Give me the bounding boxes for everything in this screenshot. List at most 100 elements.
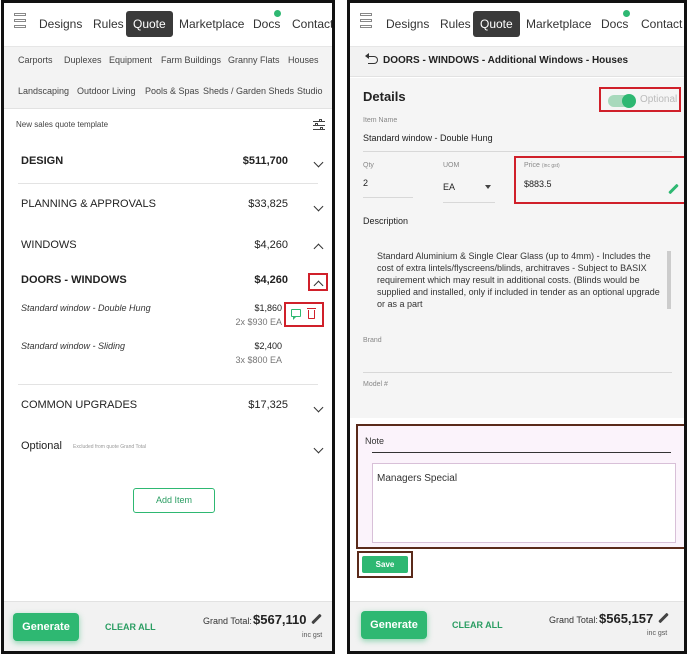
nav-designs[interactable]: Designs: [39, 11, 82, 37]
grand-total-label: Grand Total:: [549, 615, 598, 625]
nav-designs[interactable]: Designs: [386, 11, 429, 37]
menu-icon[interactable]: [360, 13, 372, 33]
divider: [18, 384, 318, 385]
details-form: Details Optional Item Name Standard wind…: [350, 78, 684, 418]
section-optional-label[interactable]: Optional: [21, 440, 62, 452]
item-sliding-name[interactable]: Standard window - Sliding: [21, 341, 125, 351]
footer: Generate CLEAR ALL Grand Total: $567,110…: [4, 601, 332, 651]
comment-icon[interactable]: [291, 309, 301, 320]
grand-total-value: $565,157: [599, 611, 654, 626]
uom-label: UOM: [443, 162, 460, 169]
inc-gst-label: inc gst: [302, 632, 323, 639]
item-sliding-sub: 3x $800 EA: [235, 355, 282, 365]
category-granny-flats[interactable]: Granny Flats: [228, 55, 280, 65]
nav-rules[interactable]: Rules: [93, 11, 124, 37]
description-label: Description: [363, 216, 409, 226]
section-common-upgrades-value: $17,325: [248, 399, 288, 411]
chevron-down-icon[interactable]: [313, 157, 324, 168]
nav-marketplace[interactable]: Marketplace: [179, 11, 244, 37]
description-field[interactable]: Standard Aluminium & Single Clear Glass …: [377, 250, 667, 312]
divider: [443, 202, 495, 203]
item-detail-title: DOORS - WINDOWS - Additional Windows - H…: [383, 55, 629, 66]
scrollbar[interactable]: [667, 251, 671, 309]
category-houses[interactable]: Houses: [288, 55, 319, 65]
chevron-down-icon[interactable]: [313, 443, 324, 454]
model-label: Model #: [363, 381, 388, 388]
brand-label: Brand: [363, 337, 382, 344]
quote-panel: Designs Rules Quote Marketplace Docs Con…: [1, 0, 335, 654]
nav-quote[interactable]: Quote: [126, 11, 173, 37]
price-field[interactable]: $883.5: [524, 179, 552, 189]
chevron-up-icon[interactable]: [313, 243, 324, 254]
section-design-value: $511,700: [242, 155, 288, 167]
optional-toggle[interactable]: [608, 94, 636, 108]
category-outdoor-living[interactable]: Outdoor Living: [77, 86, 136, 96]
section-doors-windows-label[interactable]: DOORS - WINDOWS: [21, 274, 127, 286]
top-nav: Designs Rules Quote Marketplace Docs Con…: [4, 3, 332, 47]
nav-marketplace[interactable]: Marketplace: [526, 11, 591, 37]
nav-rules[interactable]: Rules: [440, 11, 471, 37]
filter-icon[interactable]: [313, 119, 325, 131]
section-common-upgrades-label[interactable]: COMMON UPGRADES: [21, 399, 137, 411]
divider: [363, 197, 413, 198]
footer: Generate CLEAR ALL Grand Total: $565,157…: [350, 601, 684, 651]
notification-dot: [274, 10, 281, 17]
price-label: Price (inc gst): [524, 162, 560, 169]
section-design-label[interactable]: DESIGN: [21, 155, 63, 167]
notification-dot: [623, 10, 630, 17]
optional-label: Optional: [640, 94, 678, 105]
nav-contact[interactable]: Contact: [641, 11, 682, 37]
section-doors-windows-value: $4,260: [254, 274, 288, 286]
pencil-icon[interactable]: [311, 613, 322, 625]
category-studio[interactable]: Studio: [297, 86, 323, 96]
item-detail-panel: Designs Rules Quote Marketplace Docs Con…: [347, 0, 687, 654]
clear-all-button[interactable]: CLEAR ALL: [105, 622, 156, 632]
category-landscaping[interactable]: Landscaping: [18, 86, 69, 96]
note-input[interactable]: Managers Special: [372, 463, 676, 543]
generate-button[interactable]: Generate: [361, 611, 427, 639]
details-heading: Details: [363, 89, 406, 104]
divider: [372, 452, 671, 453]
divider: [363, 372, 672, 373]
chevron-down-icon[interactable]: [313, 402, 324, 413]
pencil-icon[interactable]: [658, 612, 669, 624]
chevron-down-icon[interactable]: [313, 201, 324, 212]
category-carports[interactable]: Carports: [18, 55, 53, 65]
qty-label: Qty: [363, 162, 374, 169]
qty-field[interactable]: 2: [363, 178, 368, 188]
uom-select[interactable]: EA: [443, 182, 455, 192]
chevron-down-icon[interactable]: [485, 185, 491, 189]
category-equipment[interactable]: Equipment: [109, 55, 152, 65]
divider: [18, 183, 318, 184]
item-name-field[interactable]: Standard window - Double Hung: [363, 133, 493, 143]
template-label: New sales quote template: [16, 120, 109, 129]
save-button[interactable]: Save: [362, 556, 408, 573]
grand-total-label: Grand Total:: [203, 616, 252, 626]
item-double-hung-price: $1,860: [254, 303, 282, 313]
inc-gst-label: inc gst: [647, 630, 668, 637]
item-sliding-price: $2,400: [254, 341, 282, 351]
sub-header: DOORS - WINDOWS - Additional Windows - H…: [350, 47, 684, 77]
generate-button[interactable]: Generate: [13, 613, 79, 641]
category-pools-spas[interactable]: Pools & Spas: [145, 86, 199, 96]
category-sheds[interactable]: Sheds / Garden Sheds: [203, 86, 294, 96]
clear-all-button[interactable]: CLEAR ALL: [452, 620, 503, 630]
section-windows-label[interactable]: WINDOWS: [21, 239, 77, 251]
grand-total-value: $567,110: [253, 612, 307, 627]
back-arrow-icon[interactable]: [365, 53, 378, 64]
menu-icon[interactable]: [14, 13, 26, 33]
category-farm-buildings[interactable]: Farm Buildings: [161, 55, 221, 65]
note-label: Note: [365, 436, 385, 446]
section-windows-value: $4,260: [254, 239, 288, 251]
nav-contact[interactable]: Contact: [292, 11, 332, 37]
top-nav: Designs Rules Quote Marketplace Docs Con…: [350, 3, 684, 47]
add-item-button[interactable]: Add Item: [133, 488, 215, 513]
trash-icon[interactable]: [307, 308, 316, 319]
note-section: Note Managers Special: [356, 424, 684, 549]
category-duplexes[interactable]: Duplexes: [64, 55, 102, 65]
item-double-hung-name[interactable]: Standard window - Double Hung: [21, 303, 151, 313]
section-planning-value: $33,825: [248, 198, 288, 210]
section-planning-label[interactable]: PLANNING & APPROVALS: [21, 198, 156, 210]
save-highlight: Save: [357, 551, 413, 578]
nav-quote[interactable]: Quote: [473, 11, 520, 37]
